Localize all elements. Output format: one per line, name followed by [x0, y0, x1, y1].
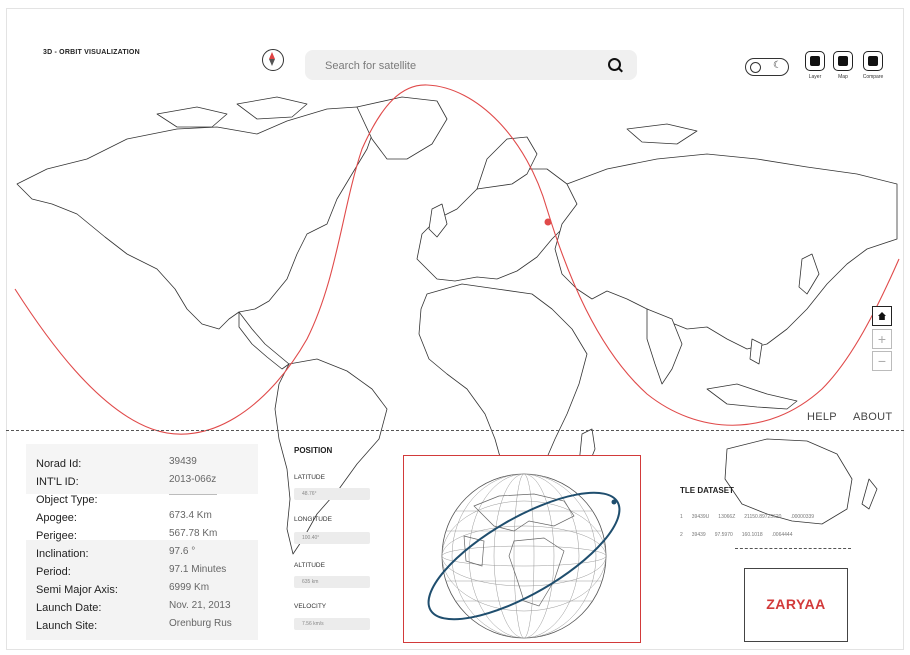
continent-indonesia [706, 383, 798, 410]
velocity-label: VELOCITY [294, 603, 327, 610]
globe-viewer[interactable] [403, 455, 641, 643]
search-icon[interactable] [608, 58, 621, 71]
about-link[interactable]: ABOUT [853, 411, 892, 423]
latitude-label: LATITUDE [294, 474, 325, 481]
intl-id-label: INT'L ID: [36, 476, 79, 488]
map-icon [838, 56, 848, 66]
tle-cell: 39439U [691, 514, 710, 520]
continent-asia [554, 153, 898, 350]
continent-south-america [274, 358, 388, 555]
tle-title: TLE DATASET [680, 486, 734, 495]
help-link[interactable]: HELP [807, 411, 837, 423]
continent-new-zealand [861, 478, 878, 510]
tle-line-1: 1 39439U 13066Z 21150.89723620 .00000339 [680, 514, 823, 520]
layers-icon [810, 56, 820, 66]
continent-central-america [238, 311, 290, 370]
tle-cell: 97.5970 [714, 532, 733, 538]
period-value: 97.1 Minutes [169, 564, 227, 575]
globe-sphere [441, 473, 607, 639]
globe-graphic [427, 473, 621, 639]
home-button[interactable] [872, 306, 892, 326]
map-label: Map [838, 74, 848, 80]
tle-divider [735, 548, 851, 549]
intl-id-value: 2013-066z [169, 474, 217, 485]
norad-id-label: Norad Id: [36, 458, 82, 470]
zoom-out-button[interactable]: − [872, 351, 892, 371]
satellite-info-card: Norad Id: 39439 INT'L ID: 2013-066z Obje… [26, 444, 258, 640]
object-type-value: ———————— [169, 492, 217, 498]
continent-north-america [16, 106, 378, 330]
compare-button[interactable] [863, 51, 883, 71]
object-type-label: Object Type: [36, 494, 98, 506]
search-bar [305, 50, 637, 80]
layer-button[interactable] [805, 51, 825, 71]
inclination-label: Inclination: [36, 548, 89, 560]
compare-label: Compare [862, 74, 884, 80]
layer-label: Layer [808, 74, 822, 80]
continent-philippines [749, 338, 763, 365]
continent-greenland [356, 96, 448, 160]
altitude-value: 635 km [294, 576, 370, 588]
norad-id-value: 39439 [169, 456, 197, 467]
launch-site-label: Launch Site: [36, 620, 98, 632]
launch-date-label: Launch Date: [36, 602, 102, 614]
globe-satellite-marker [611, 499, 617, 505]
tle-line-2: 2 39439 97.5970 160.1018 .0064444 [680, 532, 801, 538]
zoom-in-button[interactable]: + [872, 329, 892, 349]
tle-cell: 160.1018 [741, 532, 763, 538]
app-title: 3D - ORBIT VISUALIZATION [43, 49, 140, 56]
compare-icon [868, 56, 878, 66]
perigee-value: 567.78 Km [169, 528, 218, 539]
arctic-islands [156, 106, 228, 128]
tle-cell: .00000339 [790, 514, 815, 520]
arctic-islands-2 [236, 96, 308, 120]
home-icon [878, 312, 886, 320]
perigee-label: Perigee: [36, 530, 77, 542]
tle-cell: .0064444 [771, 532, 793, 538]
theme-toggle[interactable]: ☾ [745, 58, 789, 76]
sun-icon [750, 62, 761, 73]
arctic-islands-3 [626, 123, 698, 145]
map-button[interactable] [833, 51, 853, 71]
position-title: POSITION [294, 446, 333, 455]
panel-divider [6, 430, 904, 431]
satellite-name: ZARYAA [766, 596, 826, 612]
satellite-marker [544, 218, 552, 226]
search-input[interactable] [323, 57, 597, 75]
longitude-value: 100.40° [294, 532, 370, 544]
tle-cell: 21150.89723620 [744, 514, 782, 520]
tle-cell: 1 [680, 514, 683, 520]
altitude-label: ALTITUDE [294, 562, 325, 569]
latitude-value: 48.76° [294, 488, 370, 500]
semi-major-axis-value: 6999 Km [169, 582, 210, 593]
semi-major-axis-label: Semi Major Axis: [36, 584, 118, 596]
compass-icon[interactable] [262, 49, 284, 71]
moon-icon: ☾ [773, 60, 782, 71]
tle-cell: 13066Z [718, 514, 736, 520]
continent-australia [724, 438, 853, 525]
launch-date-value: Nov. 21, 2013 [169, 600, 231, 611]
period-label: Period: [36, 566, 71, 578]
apogee-label: Apogee: [36, 512, 77, 524]
launch-site-value: Orenburg Rus [169, 618, 232, 629]
velocity-value: 7.56 km/s [294, 618, 370, 630]
tle-cell: 2 [680, 532, 683, 538]
satellite-name-box: ZARYAA [744, 568, 848, 642]
apogee-value: 673.4 Km [169, 510, 212, 521]
longitude-label: LONGITUDE [294, 516, 332, 523]
inclination-value: 97.6 ° [169, 546, 196, 557]
tle-cell: 39439 [691, 532, 706, 538]
